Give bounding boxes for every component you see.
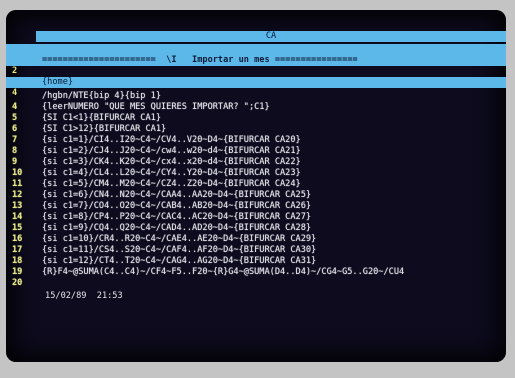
sheet-row[interactable]: 13 {si c1=6}/CN4..N20~C4~/CAA4..AA20~D4~…: [6, 190, 506, 211]
sheet-row-selected[interactable]: 4 {home}: [6, 77, 506, 98]
sheet-row[interactable]: 8 {si c1=1}/CI4..I20~C4~/CV4..V20~D4~{BI…: [6, 135, 506, 156]
row-content[interactable]: {si c1=3}/CK4..K20~C4~/cx4..x20~d4~{BIFU…: [42, 157, 506, 168]
row-content[interactable]: [42, 66, 506, 77]
sheet-row[interactable]: 14 {si c1=7}/CO4..O20~C4~/CAB4..AB20~D4~…: [6, 201, 506, 222]
cell-title-bar: CA: [36, 31, 506, 42]
row-content[interactable]: {si c1=11}/CS4..S20~C4~/CAF4..AF20~D4~{B…: [42, 245, 506, 256]
row-content[interactable]: {leerNUMERO "QUE MES QUIERES IMPORTAR? "…: [42, 102, 506, 113]
row-content[interactable]: {si c1=2}/CJ4..J20~C4~/cw4..w20~d4~{BIFU…: [42, 146, 506, 157]
row-content[interactable]: /hgbn/NTE{bip 4}{bip 1}: [42, 91, 506, 102]
sheet-row[interactable]: 10 {si c1=3}/CK4..K20~C4~/cx4..x20~d4~{B…: [6, 157, 506, 178]
row-content[interactable]: {SI C1<1}{BIFURCAR CA1}: [42, 113, 506, 124]
row-content[interactable]: {si c1=9}/CQ4..Q20~C4~/CAD4..AD20~D4~{BI…: [42, 223, 506, 234]
sheet-row[interactable]: 20 {R}F4~@SUMA(C4..C4)~/CF4~F5..F20~{R}G…: [6, 267, 506, 288]
status-line: 15/02/89 21:53: [14, 280, 123, 313]
sheet-row[interactable]: 4 /hgbn/NTE{bip 4}{bip 1}: [6, 91, 506, 112]
sheet-row[interactable]: 15 {si c1=8}/CP4..P20~C4~/CAC4..AC20~D4~…: [6, 212, 506, 233]
sheet-row[interactable]: 19 {si c1=12}/CT4..T20~C4~/CAG4..AG20~D4…: [6, 256, 506, 277]
row-content[interactable]: {si c1=1}/CI4..I20~C4~/CV4..V20~D4~{BIFU…: [42, 135, 506, 146]
sheet-row[interactable]: 12 {si c1=5}/CM4..M20~C4~/CZ4..Z20~D4~{B…: [6, 179, 506, 200]
sheet-row-header-banner[interactable]: 2 ====================== \I Importar un …: [6, 55, 506, 76]
sheet-row[interactable]: 3: [6, 66, 506, 87]
row-content[interactable]: {si c1=5}/CM4..M20~C4~/CZ4..Z20~D4~{BIFU…: [42, 179, 506, 190]
spreadsheet-screen: CA 1 2 ====================== \I Importa…: [6, 10, 506, 362]
row-content[interactable]: {si c1=4}/CL4..L20~C4~/CY4..Y20~D4~{BIFU…: [42, 168, 506, 179]
row-content[interactable]: {si c1=6}/CN4..N20~C4~/CAA4..AA20~D4~{BI…: [42, 190, 506, 201]
row-content[interactable]: {si c1=7}/CO4..O20~C4~/CAB4..AB20~D4~{BI…: [42, 201, 506, 212]
row-content[interactable]: {si c1=10}/CR4..R20~C4~/CAE4..AE20~D4~{B…: [42, 234, 506, 245]
sheet-row[interactable]: 9 {si c1=2}/CJ4..J20~C4~/cw4..w20~d4~{BI…: [6, 146, 506, 167]
row-content[interactable]: {si c1=8}/CP4..P20~C4~/CAC4..AC20~D4~{BI…: [42, 212, 506, 223]
sheet-row[interactable]: 1: [6, 44, 506, 65]
sheet-row[interactable]: 5 {leerNUMERO "QUE MES QUIERES IMPORTAR?…: [6, 102, 506, 123]
sheet-row[interactable]: 7 {SI C1>12}{BIFURCAR CA1}: [6, 124, 506, 145]
row-content[interactable]: {SI C1>12}{BIFURCAR CA1}: [42, 124, 506, 135]
row-content[interactable]: {R}F4~@SUMA(C4..C4)~/CF4~F5..F20~{R}G4~@…: [42, 267, 506, 278]
crt-monitor: CA 1 2 ====================== \I Importa…: [6, 10, 506, 362]
sheet-row[interactable]: 17 {si c1=10}/CR4..R20~C4~/CAE4..AE20~D4…: [6, 234, 506, 255]
sheet-row[interactable]: 11 {si c1=4}/CL4..L20~C4~/CY4..Y20~D4~{B…: [6, 168, 506, 189]
macro-header-banner[interactable]: ====================== \I Importar un me…: [42, 55, 506, 66]
row-content[interactable]: {si c1=12}/CT4..T20~C4~/CAG4..AG20~D4~{B…: [42, 256, 506, 267]
row-content[interactable]: [42, 44, 506, 55]
status-datetime: 15/02/89 21:53: [45, 291, 123, 301]
sheet-row[interactable]: 6 {SI C1<1}{BIFURCAR CA1}: [6, 113, 506, 134]
row-content[interactable]: {home}: [42, 77, 506, 88]
sheet-row[interactable]: 18 {si c1=11}/CS4..S20~C4~/CAF4..AF20~D4…: [6, 245, 506, 266]
sheet-row[interactable]: 16 {si c1=9}/CQ4..Q20~C4~/CAD4..AD20~D4~…: [6, 223, 506, 244]
